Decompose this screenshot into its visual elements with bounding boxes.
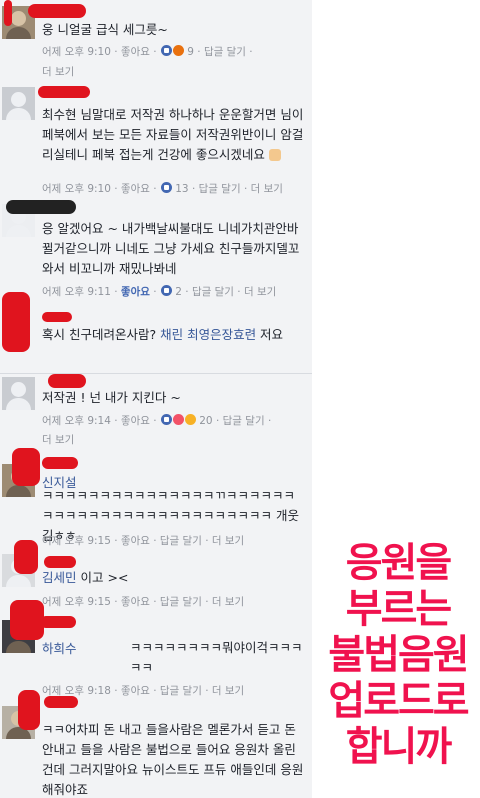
comment-time-like[interactable]: 어제 오후 9:14 · 좋아요 · — [42, 415, 160, 427]
comment-text: 최수현 님말대로 저작권 하나하나 운운할거면 님이 페북에서 보는 모든 자료… — [42, 105, 304, 165]
redaction-mark — [18, 690, 40, 730]
redaction-mark — [42, 457, 78, 469]
avatar[interactable] — [2, 377, 35, 410]
redaction-mark — [10, 600, 44, 640]
comment-panel-bottom: 저작권 ! 넌 내가 지킨다 ~ 어제 오후 9:14 · 좋아요 · 20 ·… — [0, 373, 312, 798]
pointing-hand-icon — [268, 149, 281, 161]
reply-link[interactable]: · 답글 달기 · 더 보기 — [182, 286, 276, 298]
redaction-mark — [6, 200, 76, 214]
comment-text: 응 알겠어요 ~ 내가백날씨불대도 니네가치관안바뀔거같으니까 니네도 그냥 가… — [42, 221, 300, 276]
redaction-mark — [44, 696, 78, 708]
comment-5: 저작권 ! 넌 내가 지킨다 ~ 어제 오후 9:14 · 좋아요 · 20 ·… — [0, 374, 312, 449]
comment-text-body: 이고 >< — [80, 570, 129, 585]
comment-text: 저작권 ! 넌 내가 지킨다 ~ — [42, 390, 181, 405]
meta-separator: · — [149, 286, 160, 298]
reaction-count[interactable]: 9 — [187, 46, 194, 58]
redaction-mark — [40, 616, 76, 628]
reply-link[interactable]: · 답글 달기 · — [194, 46, 252, 58]
haha-reaction-icon — [184, 414, 196, 425]
redaction-mark — [2, 292, 30, 352]
redaction-mark — [42, 312, 72, 322]
love-reaction-icon — [172, 414, 184, 425]
comment-time: 어제 오후 9:11 · — [42, 286, 121, 298]
angry-reaction-icon — [172, 45, 184, 56]
commenter-name[interactable]: 하희수 — [42, 638, 77, 657]
overlay-caption: 응원을 부르는 불법음원 업로드로 합니까 — [322, 540, 474, 780]
reaction-count[interactable]: 20 — [199, 415, 212, 427]
comment-meta[interactable]: 어제 오후 9:15 · 좋아요 · 답글 달기 · 더 보기 — [42, 594, 310, 610]
comment-meta: 어제 오후 9:11 · 좋아요 · 2 · 답글 달기 · 더 보기 — [42, 284, 310, 300]
reaction-count[interactable]: 13 — [175, 183, 188, 195]
redaction-mark — [28, 4, 86, 18]
redaction-mark — [14, 540, 38, 574]
comment-meta: 어제 오후 9:14 · 좋아요 · 20 · 답글 달기 · — [42, 413, 310, 429]
like-reaction-icon — [160, 414, 172, 425]
comment-meta[interactable]: 어제 오후 9:15 · 좋아요 · 답글 달기 · 더 보기 — [42, 533, 310, 549]
comment-time-like[interactable]: 어제 오후 9:10 · 좋아요 · — [42, 46, 160, 58]
caption-line-4: 업로드로 — [328, 678, 469, 724]
redaction-mark — [48, 374, 86, 388]
comment-text-end: 저요 — [256, 327, 284, 342]
tagged-friends-link[interactable]: 채린 최영은장효련 — [160, 327, 256, 342]
comment-text: 웅 니얼굴 급식 세그릇~ — [42, 22, 168, 37]
comment-text: ㅋㅋㅋㅋㅋㅋㅋㅋ뭐야이걱ㅋㅋㅋㅋㅋ — [130, 640, 303, 675]
redaction-mark — [4, 0, 12, 26]
like-reaction-icon — [160, 285, 172, 296]
avatar[interactable] — [2, 87, 35, 120]
like-reaction-icon — [160, 182, 172, 193]
redaction-mark — [44, 556, 76, 568]
comment-text-body: 최수현 님말대로 저작권 하나하나 운운할거면 님이 페북에서 보는 모든 자료… — [42, 107, 308, 162]
comment-9: ㅋㅋ어차피 돈 내고 들을사람은 멜론가서 듣고 돈 안내고 들을 사람은 불법… — [0, 696, 312, 798]
comment-text-body: 혹시 친구데려온사람? — [42, 327, 161, 342]
like-reaction-icon — [160, 45, 172, 56]
more-link[interactable]: 더 보기 — [42, 64, 74, 79]
comment-meta: 어제 오후 9:10 · 좋아요 · 9 · 답글 달기 · — [42, 44, 310, 60]
comment-text: 김세민 이고 >< — [42, 568, 304, 588]
comment-text: ㅋㅋ어차피 돈 내고 들을사람은 멜론가서 듣고 돈 안내고 들을 사람은 불법… — [42, 722, 304, 797]
commenter-name[interactable]: 김세민 — [42, 570, 77, 585]
more-link[interactable]: 더 보기 — [42, 432, 74, 447]
redaction-mark — [12, 448, 40, 486]
comment-time-like[interactable]: 어제 오후 9:10 · 좋아요 · — [42, 183, 160, 195]
comment-2: 최수현 님말대로 저작권 하나하나 운운할거면 님이 페북에서 보는 모든 자료… — [0, 85, 312, 200]
reply-link[interactable]: · 답글 달기 · — [213, 415, 271, 427]
comment-3: 응 알겠어요 ~ 내가백날씨불대도 니네가치관안바뀔거같으니까 니네도 그냥 가… — [0, 202, 312, 302]
caption-line-5: 합니까 — [345, 724, 452, 770]
caption-line-2: 부르는 — [345, 586, 452, 632]
like-link[interactable]: 좋아요 — [121, 286, 150, 298]
redaction-mark — [38, 86, 90, 98]
caption-line-1: 응원을 — [345, 540, 452, 586]
comment-text: 혹시 친구데려온사람? 채린 최영은장효련 저요 — [42, 325, 304, 345]
caption-line-3: 불법음원 — [328, 632, 469, 678]
comment-meta: 어제 오후 9:10 · 좋아요 · 13 · 답글 달기 · 더 보기 — [42, 181, 310, 197]
reply-link[interactable]: · 답글 달기 · 더 보기 — [189, 183, 283, 195]
reaction-count[interactable]: 2 — [175, 286, 182, 298]
